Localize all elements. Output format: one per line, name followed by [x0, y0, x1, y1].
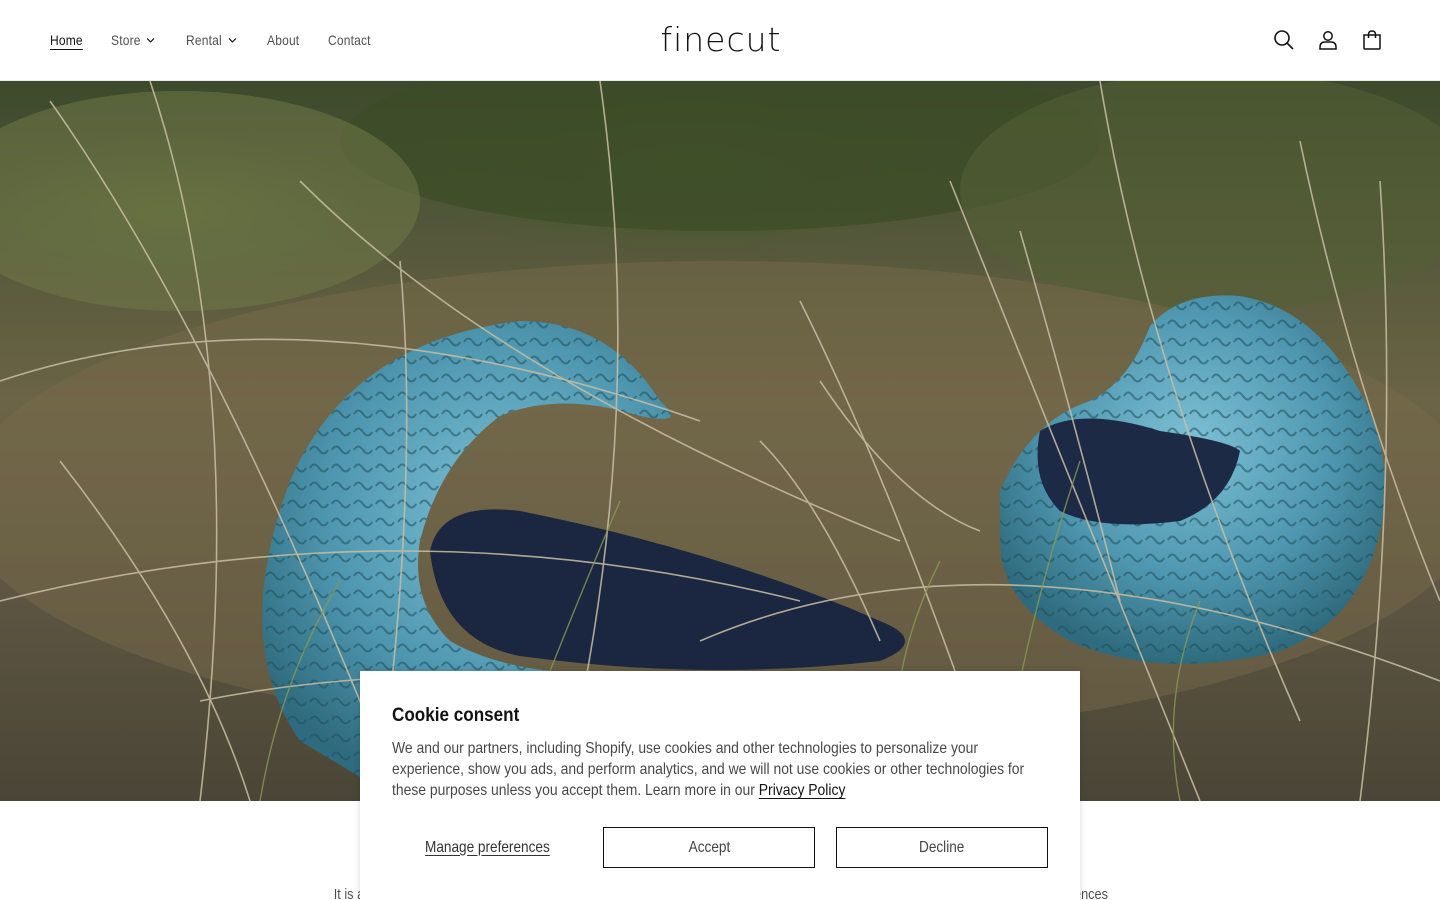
chevron-down-icon: [228, 38, 236, 43]
nav-about-label: About: [267, 32, 300, 48]
main-nav: Home Store Rental About Contact: [50, 0, 401, 80]
nav-rental-label: Rental: [185, 32, 222, 48]
manage-preferences-button[interactable]: Manage preferences: [392, 827, 582, 868]
nav-home-label: Home: [50, 32, 83, 48]
site-header: Home Store Rental About Contact finecut: [0, 0, 1440, 81]
nav-about[interactable]: About: [267, 32, 299, 48]
search-button[interactable]: [1272, 28, 1296, 52]
decline-label: Decline: [919, 838, 965, 856]
chevron-down-icon: [147, 38, 155, 43]
accept-label: Accept: [688, 838, 730, 856]
account-button[interactable]: [1316, 28, 1340, 52]
decline-button[interactable]: Decline: [836, 827, 1048, 868]
cookie-body-text: We and our partners, including Shopify, …: [392, 740, 1025, 799]
nav-contact-label: Contact: [327, 32, 371, 48]
search-icon: [1274, 30, 1294, 50]
account-icon: [1319, 31, 1337, 50]
cart-icon: [1363, 30, 1381, 50]
manage-preferences-label: Manage preferences: [424, 838, 550, 856]
nav-rental[interactable]: Rental: [186, 32, 236, 48]
header-icons: [1252, 28, 1384, 52]
nav-store-label: Store: [111, 32, 141, 48]
cookie-body: We and our partners, including Shopify, …: [392, 738, 1049, 801]
accept-button[interactable]: Accept: [603, 827, 815, 868]
site-logo[interactable]: finecut: [654, 20, 788, 60]
cookie-consent-dialog: Cookie consent We and our partners, incl…: [360, 671, 1080, 900]
nav-store[interactable]: Store: [111, 32, 155, 48]
cookie-actions: Manage preferences Accept Decline: [392, 827, 1048, 868]
cookie-title: Cookie consent: [392, 705, 520, 726]
privacy-policy-link[interactable]: Privacy Policy: [759, 782, 846, 799]
cart-button[interactable]: [1360, 28, 1384, 52]
nav-home[interactable]: Home: [50, 32, 83, 48]
nav-contact[interactable]: Contact: [328, 32, 371, 48]
